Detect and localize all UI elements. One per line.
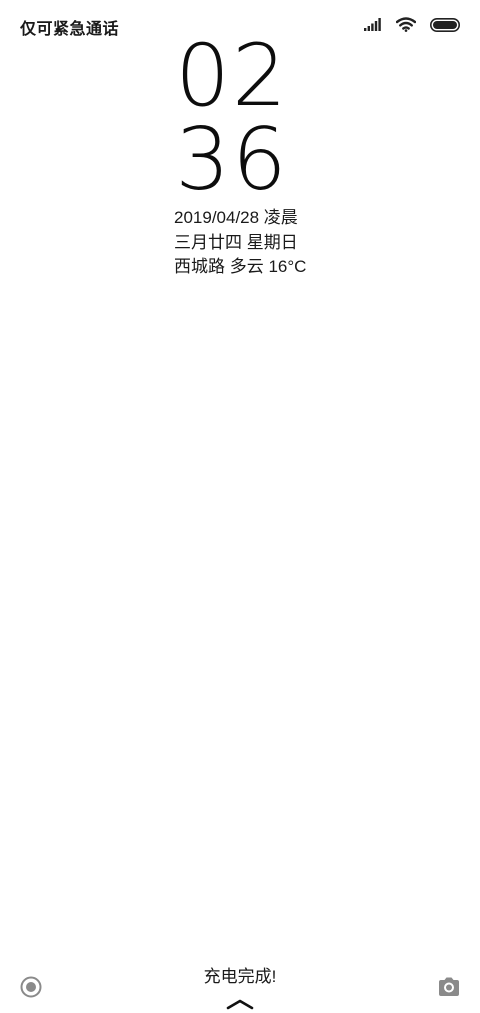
record-icon[interactable] <box>20 976 42 998</box>
charging-status: 充电完成! <box>203 967 277 986</box>
clock-hours: 02 <box>175 26 289 126</box>
signal-icon <box>364 18 382 31</box>
lock-clock: 02 36 <box>172 26 292 210</box>
weather-text: 西城路 多云 16°C <box>174 257 307 276</box>
carrier-status-text: 仅可紧急通话 <box>20 19 120 38</box>
battery-icon <box>430 17 460 32</box>
date-info: 2019/04/28 凌晨 三月廿四 星期日 西城路 多云 16°C <box>174 206 306 280</box>
date-text: 2019/04/28 凌晨 <box>174 208 298 227</box>
clock-minutes: 36 <box>175 110 289 210</box>
status-icons <box>364 17 460 32</box>
camera-icon[interactable] <box>437 976 461 998</box>
lunar-weekday-text: 三月廿四 星期日 <box>174 232 298 252</box>
chevron-up-icon[interactable] <box>226 997 254 1011</box>
wifi-icon <box>395 17 417 32</box>
